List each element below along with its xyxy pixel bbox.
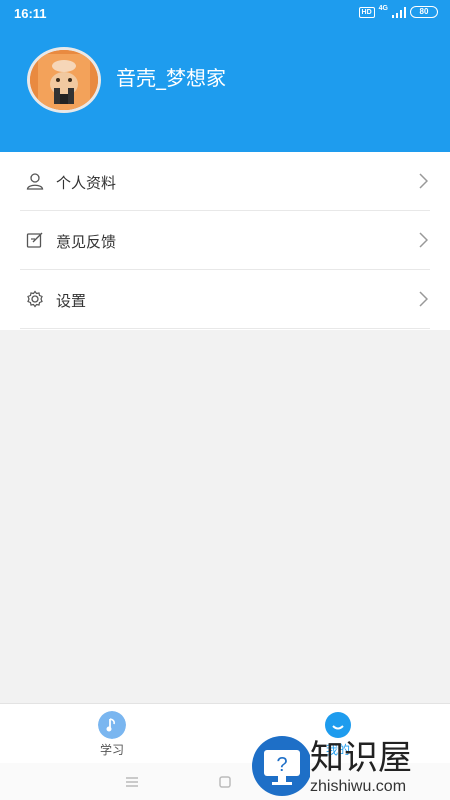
menu-item-feedback[interactable]: 意见反馈 [20, 211, 430, 270]
watermark-subtext: zhishiwu.com [310, 778, 407, 795]
username: 音壳_梦想家 [116, 66, 226, 90]
gear-icon [27, 290, 43, 308]
menu-icon[interactable] [120, 770, 144, 794]
avatar-photo [30, 50, 98, 110]
music-note-icon [98, 711, 126, 739]
menu-item-settings[interactable]: 设置 [20, 270, 430, 329]
hd-icon: HD [358, 6, 375, 18]
menu-item-label: 设置 [56, 292, 87, 310]
svg-text:?: ? [276, 754, 287, 776]
status-icons: HD 4G 80 [358, 4, 438, 18]
tab-study[interactable]: 学习 [82, 708, 142, 760]
watermark: ? 知识屋 zhishiwu.com [250, 730, 450, 800]
profile-header: 16:11 HD 4G 80 音壳_梦想家 [0, 0, 450, 152]
menu-item-label: 个人资料 [56, 174, 117, 192]
feedback-edit-icon [26, 232, 43, 248]
status-bar: 16:11 HD 4G 80 [0, 0, 450, 28]
monitor-question-icon: ? [252, 736, 310, 796]
signal-icon [392, 6, 406, 18]
chevron-right-icon [419, 173, 428, 189]
profile-menu: 个人资料 意见反馈 设置 [0, 152, 450, 330]
menu-item-label: 意见反馈 [56, 233, 117, 251]
network-type-label: 4G [378, 4, 388, 12]
home-icon[interactable] [213, 770, 237, 794]
chevron-right-icon [419, 291, 428, 307]
status-time: 16:11 [14, 6, 47, 21]
chevron-right-icon [419, 232, 428, 248]
battery-icon: 80 [410, 6, 438, 18]
tab-label: 学习 [99, 743, 124, 757]
menu-item-profile[interactable]: 个人资料 [20, 152, 430, 211]
watermark-text: 知识屋 [310, 738, 412, 778]
avatar[interactable] [27, 47, 101, 113]
person-icon [26, 173, 44, 190]
